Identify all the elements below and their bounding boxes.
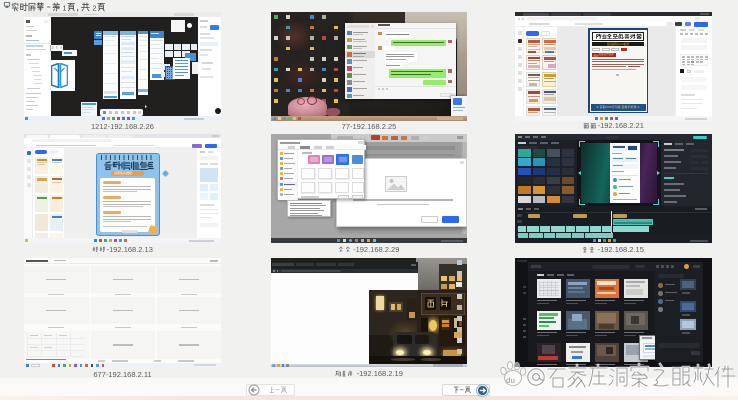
svg-text:du: du [506,376,515,385]
svg-text:1: 1 [63,5,67,12]
svg-text:2: 2 [93,5,97,12]
